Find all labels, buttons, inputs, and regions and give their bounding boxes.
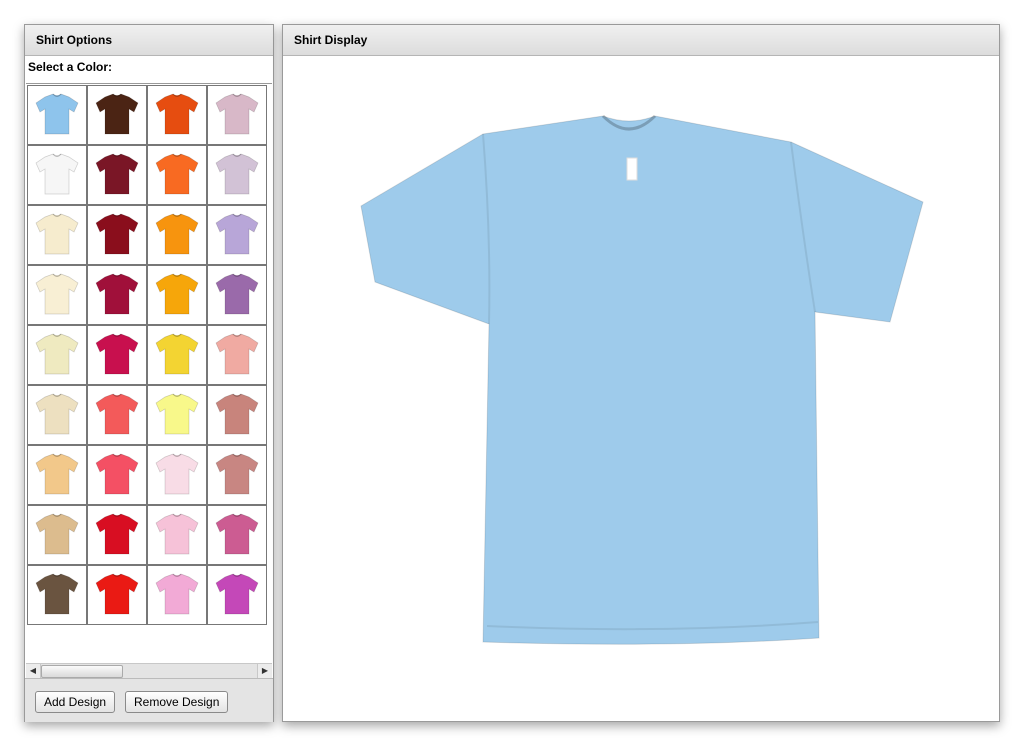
tshirt-icon	[95, 333, 139, 375]
scroll-right-arrow-icon[interactable]: ▶	[257, 664, 272, 678]
add-design-button[interactable]: Add Design	[35, 691, 116, 713]
color-swatch[interactable]	[87, 85, 147, 145]
options-footer: Add Design Remove Design	[25, 678, 273, 722]
color-swatch[interactable]	[27, 145, 87, 205]
shirt-options-title: Shirt Options	[25, 25, 273, 56]
color-swatch[interactable]	[207, 385, 267, 445]
color-swatch[interactable]	[207, 565, 267, 625]
color-swatch[interactable]	[147, 505, 207, 565]
color-swatch[interactable]	[207, 205, 267, 265]
tshirt-icon	[95, 273, 139, 315]
scrollbar-track[interactable]	[41, 664, 257, 678]
color-swatch[interactable]	[87, 505, 147, 565]
color-swatch-grid	[27, 85, 267, 625]
tshirt-icon	[215, 453, 259, 495]
color-swatch[interactable]	[87, 145, 147, 205]
tshirt-icon	[215, 273, 259, 315]
color-swatch[interactable]	[147, 385, 207, 445]
tshirt-icon	[95, 153, 139, 195]
tshirt-icon	[215, 93, 259, 135]
shirt-tag-icon	[626, 157, 638, 181]
color-swatch[interactable]	[27, 505, 87, 565]
color-swatch[interactable]	[87, 385, 147, 445]
color-swatch[interactable]	[207, 445, 267, 505]
tshirt-icon	[155, 393, 199, 435]
color-swatch[interactable]	[27, 265, 87, 325]
color-swatch[interactable]	[207, 85, 267, 145]
tshirt-icon	[95, 93, 139, 135]
tshirt-icon	[155, 513, 199, 555]
color-swatch[interactable]	[147, 145, 207, 205]
tshirt-icon	[155, 453, 199, 495]
color-swatch[interactable]	[27, 205, 87, 265]
scrollbar-thumb[interactable]	[41, 665, 123, 678]
color-swatch[interactable]	[27, 325, 87, 385]
tshirt-icon	[35, 453, 79, 495]
tshirt-icon	[95, 453, 139, 495]
horizontal-scrollbar[interactable]: ◀ ▶	[26, 663, 272, 679]
color-swatch[interactable]	[147, 205, 207, 265]
shirt-options-panel: Shirt Options Select a Color: ◀ ▶ Add De…	[24, 24, 274, 722]
color-swatch[interactable]	[27, 385, 87, 445]
tshirt-icon	[215, 333, 259, 375]
scroll-left-arrow-icon[interactable]: ◀	[26, 664, 41, 678]
tshirt-icon	[35, 393, 79, 435]
color-swatch[interactable]	[207, 505, 267, 565]
tshirt-icon	[35, 333, 79, 375]
color-swatch[interactable]	[147, 265, 207, 325]
tshirt-icon	[215, 573, 259, 615]
color-swatch[interactable]	[147, 85, 207, 145]
shirt-preview-icon	[360, 114, 924, 645]
shirt-preview-area	[283, 56, 999, 721]
color-swatch[interactable]	[27, 85, 87, 145]
color-swatch[interactable]	[207, 145, 267, 205]
color-swatch[interactable]	[87, 445, 147, 505]
select-color-label: Select a Color:	[28, 60, 113, 74]
color-swatch[interactable]	[87, 565, 147, 625]
color-swatch[interactable]	[27, 445, 87, 505]
color-swatch[interactable]	[87, 325, 147, 385]
shirt-display-panel: Shirt Display	[282, 24, 1000, 722]
color-swatch[interactable]	[87, 205, 147, 265]
tshirt-icon	[35, 273, 79, 315]
tshirt-icon	[95, 393, 139, 435]
remove-design-button[interactable]: Remove Design	[125, 691, 229, 713]
tshirt-icon	[95, 513, 139, 555]
tshirt-icon	[35, 573, 79, 615]
tshirt-icon	[35, 153, 79, 195]
tshirt-icon	[155, 573, 199, 615]
shirt-display-title: Shirt Display	[283, 25, 999, 56]
color-swatch[interactable]	[147, 565, 207, 625]
tshirt-icon	[155, 93, 199, 135]
tshirt-icon	[155, 273, 199, 315]
tshirt-icon	[215, 213, 259, 255]
color-swatch[interactable]	[27, 565, 87, 625]
tshirt-icon	[215, 513, 259, 555]
tshirt-icon	[155, 333, 199, 375]
color-swatch[interactable]	[87, 265, 147, 325]
tshirt-icon	[35, 513, 79, 555]
tshirt-icon	[35, 93, 79, 135]
tshirt-icon	[155, 213, 199, 255]
color-swatch[interactable]	[147, 445, 207, 505]
tshirt-icon	[95, 213, 139, 255]
tshirt-icon	[95, 573, 139, 615]
tshirt-icon	[155, 153, 199, 195]
tshirt-icon	[215, 153, 259, 195]
color-swatch[interactable]	[207, 265, 267, 325]
tshirt-icon	[35, 213, 79, 255]
color-swatch[interactable]	[207, 325, 267, 385]
tshirt-icon	[215, 393, 259, 435]
color-swatch[interactable]	[147, 325, 207, 385]
color-swatch-scroll-area[interactable]	[26, 83, 272, 674]
